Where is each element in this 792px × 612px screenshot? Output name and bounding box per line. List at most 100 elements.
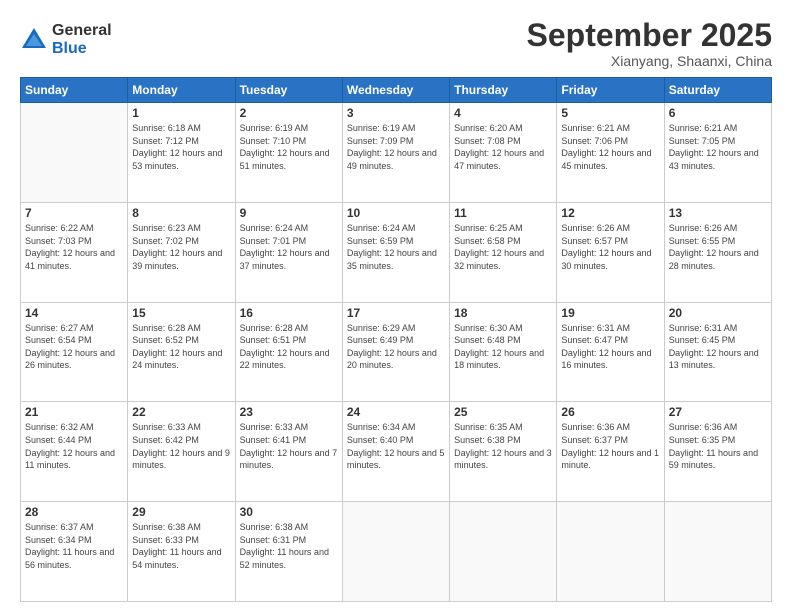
day-number: 30 (240, 505, 338, 519)
table-cell: 26 Sunrise: 6:36 AM Sunset: 6:37 PM Dayli… (557, 402, 664, 502)
day-number: 5 (561, 106, 659, 120)
day-info: Sunrise: 6:31 AM Sunset: 6:47 PM Dayligh… (561, 322, 659, 372)
day-info: Sunrise: 6:38 AM Sunset: 6:33 PM Dayligh… (132, 521, 230, 571)
day-number: 9 (240, 206, 338, 220)
day-number: 24 (347, 405, 445, 419)
day-number: 2 (240, 106, 338, 120)
logo-text: General Blue (52, 22, 112, 57)
day-number: 8 (132, 206, 230, 220)
table-cell: 13Sunrise: 6:26 AM Sunset: 6:55 PM Dayli… (664, 202, 771, 302)
table-cell: 6Sunrise: 6:21 AM Sunset: 7:05 PM Daylig… (664, 103, 771, 203)
calendar-week-row: 14 Sunrise: 6:27 AM Sunset: 6:54 PM Dayli… (21, 302, 772, 402)
table-cell: 8 Sunrise: 6:23 AM Sunset: 7:02 PM Daylig… (128, 202, 235, 302)
table-cell: 23 Sunrise: 6:33 AM Sunset: 6:41 PM Dayli… (235, 402, 342, 502)
calendar-week-row: 21Sunrise: 6:32 AM Sunset: 6:44 PM Dayli… (21, 402, 772, 502)
table-cell: 17Sunrise: 6:29 AM Sunset: 6:49 PM Dayli… (342, 302, 449, 402)
day-number: 27 (669, 405, 767, 419)
table-cell (450, 502, 557, 602)
table-cell (342, 502, 449, 602)
day-info: Sunrise: 6:27 AM Sunset: 6:54 PM Dayligh… (25, 322, 123, 372)
day-info: Sunrise: 6:30 AM Sunset: 6:48 PM Dayligh… (454, 322, 552, 372)
day-number: 4 (454, 106, 552, 120)
day-info: Sunrise: 6:19 AM Sunset: 7:09 PM Dayligh… (347, 122, 445, 172)
table-cell: 16Sunrise: 6:28 AM Sunset: 6:51 PM Dayli… (235, 302, 342, 402)
day-number: 11 (454, 206, 552, 220)
table-cell: 10 Sunrise: 6:24 AM Sunset: 6:59 PM Dayli… (342, 202, 449, 302)
day-number: 10 (347, 206, 445, 220)
day-number: 22 (132, 405, 230, 419)
logo-blue-text: Blue (52, 40, 112, 58)
col-saturday: Saturday (664, 78, 771, 103)
table-cell: 27 Sunrise: 6:36 AM Sunset: 6:35 PM Dayli… (664, 402, 771, 502)
calendar-week-row: 28 Sunrise: 6:37 AM Sunset: 6:34 PM Dayli… (21, 502, 772, 602)
table-cell: 1Sunrise: 6:18 AM Sunset: 7:12 PM Daylig… (128, 103, 235, 203)
day-number: 16 (240, 306, 338, 320)
logo-general-text: General (52, 22, 112, 40)
day-info: Sunrise: 6:36 AM Sunset: 6:37 PM Dayligh… (561, 421, 659, 471)
table-cell: 19 Sunrise: 6:31 AM Sunset: 6:47 PM Dayli… (557, 302, 664, 402)
table-cell: 29 Sunrise: 6:38 AM Sunset: 6:33 PM Dayli… (128, 502, 235, 602)
day-info: Sunrise: 6:22 AM Sunset: 7:03 PM Dayligh… (25, 222, 123, 272)
day-info: Sunrise: 6:34 AM Sunset: 6:40 PM Dayligh… (347, 421, 445, 471)
day-info: Sunrise: 6:19 AM Sunset: 7:10 PM Dayligh… (240, 122, 338, 172)
day-number: 7 (25, 206, 123, 220)
table-cell (557, 502, 664, 602)
day-info: Sunrise: 6:36 AM Sunset: 6:35 PM Dayligh… (669, 421, 767, 471)
table-cell: 28 Sunrise: 6:37 AM Sunset: 6:34 PM Dayli… (21, 502, 128, 602)
day-info: Sunrise: 6:28 AM Sunset: 6:52 PM Dayligh… (132, 322, 230, 372)
day-info: Sunrise: 6:29 AM Sunset: 6:49 PM Dayligh… (347, 322, 445, 372)
day-info: Sunrise: 6:20 AM Sunset: 7:08 PM Dayligh… (454, 122, 552, 172)
logo-icon (20, 26, 48, 54)
day-number: 23 (240, 405, 338, 419)
day-info: Sunrise: 6:33 AM Sunset: 6:42 PM Dayligh… (132, 421, 230, 471)
day-info: Sunrise: 6:24 AM Sunset: 6:59 PM Dayligh… (347, 222, 445, 272)
table-cell: 18 Sunrise: 6:30 AM Sunset: 6:48 PM Dayli… (450, 302, 557, 402)
day-number: 28 (25, 505, 123, 519)
location: Xianyang, Shaanxi, China (527, 53, 772, 69)
table-cell: 21Sunrise: 6:32 AM Sunset: 6:44 PM Dayli… (21, 402, 128, 502)
calendar-week-row: 1Sunrise: 6:18 AM Sunset: 7:12 PM Daylig… (21, 103, 772, 203)
month-title: September 2025 (527, 18, 772, 53)
day-info: Sunrise: 6:26 AM Sunset: 6:55 PM Dayligh… (669, 222, 767, 272)
day-info: Sunrise: 6:33 AM Sunset: 6:41 PM Dayligh… (240, 421, 338, 471)
table-cell: 5 Sunrise: 6:21 AM Sunset: 7:06 PM Daylig… (557, 103, 664, 203)
calendar-table: Sunday Monday Tuesday Wednesday Thursday… (20, 77, 772, 602)
col-tuesday: Tuesday (235, 78, 342, 103)
table-cell: 12 Sunrise: 6:26 AM Sunset: 6:57 PM Dayli… (557, 202, 664, 302)
day-number: 26 (561, 405, 659, 419)
day-number: 20 (669, 306, 767, 320)
day-number: 18 (454, 306, 552, 320)
table-cell: 2 Sunrise: 6:19 AM Sunset: 7:10 PM Daylig… (235, 103, 342, 203)
day-number: 14 (25, 306, 123, 320)
day-info: Sunrise: 6:37 AM Sunset: 6:34 PM Dayligh… (25, 521, 123, 571)
day-info: Sunrise: 6:18 AM Sunset: 7:12 PM Dayligh… (132, 122, 230, 172)
table-cell: 30 Sunrise: 6:38 AM Sunset: 6:31 PM Dayli… (235, 502, 342, 602)
day-info: Sunrise: 6:23 AM Sunset: 7:02 PM Dayligh… (132, 222, 230, 272)
day-info: Sunrise: 6:35 AM Sunset: 6:38 PM Dayligh… (454, 421, 552, 471)
table-cell (664, 502, 771, 602)
day-number: 21 (25, 405, 123, 419)
page: General Blue September 2025 Xianyang, Sh… (0, 0, 792, 612)
day-number: 25 (454, 405, 552, 419)
day-number: 12 (561, 206, 659, 220)
col-friday: Friday (557, 78, 664, 103)
table-cell: 14 Sunrise: 6:27 AM Sunset: 6:54 PM Dayli… (21, 302, 128, 402)
table-cell (21, 103, 128, 203)
table-cell: 4 Sunrise: 6:20 AM Sunset: 7:08 PM Daylig… (450, 103, 557, 203)
table-cell: 7 Sunrise: 6:22 AM Sunset: 7:03 PM Daylig… (21, 202, 128, 302)
calendar-header-row: Sunday Monday Tuesday Wednesday Thursday… (21, 78, 772, 103)
day-number: 29 (132, 505, 230, 519)
table-cell: 11Sunrise: 6:25 AM Sunset: 6:58 PM Dayli… (450, 202, 557, 302)
table-cell: 22 Sunrise: 6:33 AM Sunset: 6:42 PM Dayli… (128, 402, 235, 502)
day-info: Sunrise: 6:24 AM Sunset: 7:01 PM Dayligh… (240, 222, 338, 272)
day-info: Sunrise: 6:38 AM Sunset: 6:31 PM Dayligh… (240, 521, 338, 571)
day-number: 3 (347, 106, 445, 120)
day-number: 6 (669, 106, 767, 120)
day-info: Sunrise: 6:21 AM Sunset: 7:06 PM Dayligh… (561, 122, 659, 172)
day-number: 15 (132, 306, 230, 320)
day-info: Sunrise: 6:26 AM Sunset: 6:57 PM Dayligh… (561, 222, 659, 272)
day-number: 19 (561, 306, 659, 320)
calendar-week-row: 7 Sunrise: 6:22 AM Sunset: 7:03 PM Daylig… (21, 202, 772, 302)
day-info: Sunrise: 6:31 AM Sunset: 6:45 PM Dayligh… (669, 322, 767, 372)
logo: General Blue (20, 22, 112, 57)
